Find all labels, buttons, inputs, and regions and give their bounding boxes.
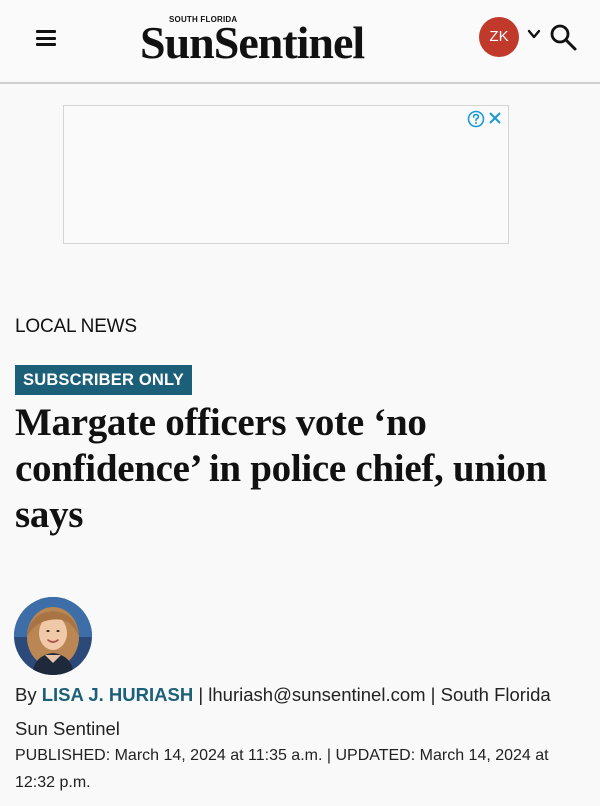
hamburger-menu-icon[interactable] bbox=[36, 30, 56, 46]
chevron-down-icon[interactable] bbox=[527, 27, 541, 41]
author-portrait-image bbox=[14, 597, 92, 675]
logo-wordmark: SunSentinel bbox=[140, 17, 365, 68]
published-label: PUBLISHED: bbox=[15, 747, 111, 764]
question-circle-icon[interactable] bbox=[467, 110, 485, 128]
article-dates: PUBLISHED: March 14, 2024 at 11:35 a.m. … bbox=[15, 747, 549, 791]
author-avatar[interactable] bbox=[14, 597, 92, 675]
site-header: SOUTH FLORIDA SunSentinel ZK bbox=[0, 0, 600, 84]
byline-prefix: By bbox=[15, 684, 37, 705]
author-name-link[interactable]: LISA J. HURIASH bbox=[42, 684, 193, 705]
search-icon[interactable] bbox=[548, 22, 578, 52]
site-logo[interactable]: SOUTH FLORIDA SunSentinel bbox=[140, 12, 440, 72]
user-avatar-button[interactable]: ZK bbox=[479, 17, 519, 57]
article-byline: By LISA J. HURIASH | lhuriash@sunsentine… bbox=[15, 684, 551, 739]
close-icon[interactable] bbox=[487, 110, 503, 126]
advertisement-slot[interactable] bbox=[63, 105, 509, 244]
article-headline: Margate officers vote ‘no confidence’ in… bbox=[15, 401, 547, 536]
published-date: March 14, 2024 at 11:35 a.m. bbox=[114, 747, 323, 764]
subscriber-only-badge: SUBSCRIBER ONLY bbox=[15, 365, 192, 395]
updated-label: UPDATED: bbox=[335, 747, 416, 764]
section-label-link[interactable]: LOCAL NEWS bbox=[15, 316, 137, 338]
author-email: lhuriash@sunsentinel.com bbox=[208, 684, 426, 705]
